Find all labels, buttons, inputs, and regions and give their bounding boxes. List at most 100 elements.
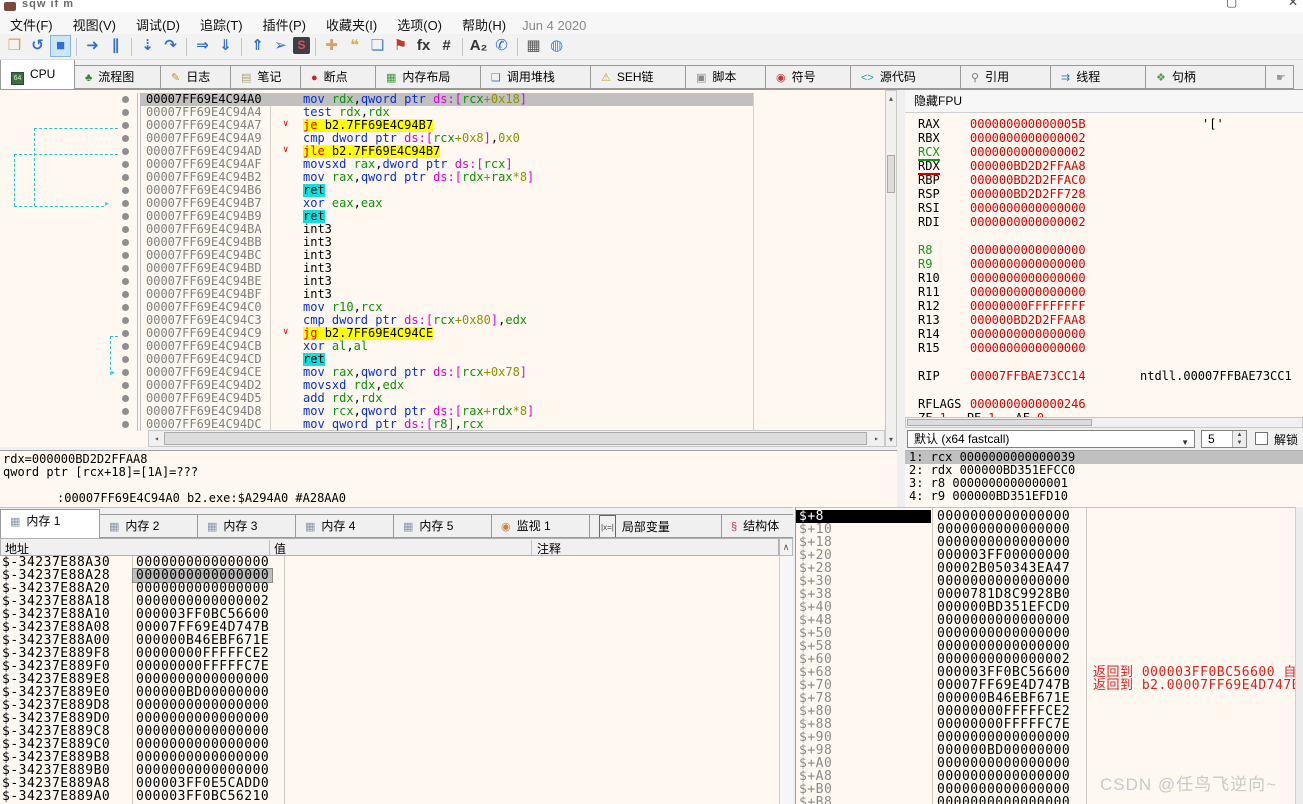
tab-breakpoints[interactable]: ●断点 (301, 65, 376, 89)
memory-row[interactable]: $-34237E889F000000000FFFFFC7E (0, 660, 779, 673)
breakpoint-dot[interactable] (122, 330, 129, 337)
disasm-row[interactable]: 00007FF69E4C94BBint3 (0, 236, 885, 249)
memory-row[interactable]: $-34237E889F800000000FFFFFCE2 (0, 647, 779, 660)
step-into-button[interactable]: ⇣ (137, 35, 158, 57)
register-row[interactable]: RSP000000BD2D2FF728 (905, 188, 1303, 202)
tab-call-stack[interactable]: ❏调用堆栈 (481, 65, 591, 89)
tab-references[interactable]: ⚲引用 (961, 65, 1051, 89)
menu-item[interactable]: 文件(F) (0, 12, 63, 34)
disasm-row[interactable]: 00007FF69E4C94A0mov rdx,qword ptr ds:[rc… (0, 93, 885, 106)
labels-button[interactable]: ❏ (367, 35, 388, 57)
register-row[interactable]: RBX0000000000000002 (905, 132, 1303, 146)
register-row[interactable]: RSI0000000000000000 (905, 202, 1303, 216)
register-row[interactable]: RDI0000000000000002 (905, 216, 1303, 230)
column-separator[interactable] (269, 540, 270, 555)
scroll-up-icon[interactable]: ∧ (779, 538, 793, 556)
tab-log[interactable]: ✎日志 (161, 65, 231, 89)
breakpoint-dot[interactable] (122, 187, 129, 194)
tab-script[interactable]: ▣脚本 (686, 65, 766, 89)
breakpoint-dot[interactable] (122, 265, 129, 272)
breakpoint-dot[interactable] (122, 278, 129, 285)
breakpoint-dot[interactable] (122, 343, 129, 350)
register-row[interactable]: R90000000000000000 (905, 258, 1303, 272)
breakpoint-dot[interactable] (122, 291, 129, 298)
memory-row[interactable]: $-34237E88A280000000000000000 (0, 569, 779, 582)
vertical-splitter[interactable] (897, 90, 905, 507)
change-font-button[interactable]: A₂ (468, 35, 489, 57)
register-row[interactable]: RIP00007FFBAE73CC14ntdll.00007FFBAE73CC1 (905, 370, 1303, 384)
memory-row[interactable]: $-34237E88A300000000000000000 (0, 556, 779, 569)
disasm-row[interactable]: 00007FF69E4C94C3cmp dword ptr ds:[rcx+0x… (0, 314, 885, 327)
disasm-row[interactable]: 00007FF69E4C94BFint3 (0, 288, 885, 301)
tab-threads[interactable]: ⇉线程 (1051, 65, 1146, 89)
breakpoint-dot[interactable] (122, 395, 129, 402)
tab-watch-1[interactable]: ◉监视 1 (492, 514, 590, 538)
tab-seh[interactable]: ⚠SEH链 (591, 65, 686, 89)
column-header-comment[interactable]: 注释 (537, 540, 561, 557)
tab-dump-3[interactable]: ▦内存 3 (198, 514, 296, 538)
breakpoint-dot[interactable] (122, 369, 129, 376)
memory-row[interactable]: $-34237E88A10000003FF0BC56600 (0, 608, 779, 621)
breakpoint-dot[interactable] (122, 239, 129, 246)
register-row[interactable]: R100000000000000000 (905, 272, 1303, 286)
scroll-left-icon[interactable]: ◂ (150, 432, 163, 445)
register-row[interactable]: RCX0000000000000002 (905, 146, 1303, 160)
disasm-row[interactable]: 00007FF69E4C94BAint3 (0, 223, 885, 236)
stack-vscrollbar[interactable] (1295, 507, 1303, 804)
memory-row[interactable]: $-34237E889C00000000000000000 (0, 738, 779, 751)
tab-symbols[interactable]: ◉符号 (766, 65, 851, 89)
tab-struct[interactable]: §结构体 (722, 514, 793, 538)
tab-locals[interactable]: |x=|局部变量 (590, 514, 722, 538)
tab-cpu[interactable]: 64CPU (0, 60, 75, 89)
breakpoint-dot[interactable] (122, 174, 129, 181)
disassembly-view[interactable]: ➤ ➤ 00007FF69E4C94A0mov rdx,qword ptr ds… (0, 90, 885, 447)
menu-item[interactable]: 追踪(T) (190, 12, 253, 34)
register-row[interactable]: R13000000BD2D2FFAA8 (905, 314, 1303, 328)
argument-row[interactable]: 4: r9 000000BD351EFD10 (905, 490, 1303, 503)
disasm-row[interactable]: 00007FF69E4C94B2mov rax,qword ptr ds:[rd… (0, 171, 885, 184)
tab-trace[interactable]: ☛ (1266, 65, 1294, 89)
breakpoint-dot[interactable] (122, 200, 129, 207)
disasm-row[interactable]: 00007FF69E4C94CBxor al,al (0, 340, 885, 353)
register-row[interactable]: R110000000000000000 (905, 286, 1303, 300)
breakpoint-dot[interactable] (122, 109, 129, 116)
tab-dump-4[interactable]: ▦内存 4 (296, 514, 394, 538)
scroll-thumb[interactable] (164, 432, 867, 445)
preferences-globe-button[interactable]: ◍ (546, 35, 567, 57)
pause-button[interactable]: ∥ (105, 35, 126, 57)
breakpoint-dot[interactable] (122, 213, 129, 220)
close-icon[interactable]: ✕ (1288, 0, 1298, 9)
disasm-row[interactable]: 00007FF69E4C94C9∨jg b2.7FF69E4C94CE (0, 327, 885, 340)
memory-row[interactable]: $-34237E889B80000000000000000 (0, 751, 779, 764)
memory-row[interactable]: $-34237E88A200000000000000000 (0, 582, 779, 595)
menu-item[interactable]: 帮助(H) (452, 12, 516, 34)
register-row[interactable]: R80000000000000000 (905, 244, 1303, 258)
step-over-button[interactable]: ↷ (160, 35, 181, 57)
register-row[interactable]: R140000000000000000 (905, 328, 1303, 342)
stack-row[interactable]: $+B80000000000000000 (796, 796, 1295, 804)
menu-item[interactable]: 调试(D) (126, 12, 190, 34)
memory-row[interactable]: $-34237E88A00000000B46EBF671E (0, 634, 779, 647)
stop-button[interactable]: ■ (50, 35, 71, 57)
disasm-row[interactable]: 00007FF69E4C94B7xor eax,eax (0, 197, 885, 210)
tab-memory-map[interactable]: ▦内存布局 (376, 65, 481, 89)
menu-item[interactable]: 视图(V) (63, 12, 126, 34)
memory-row[interactable]: $-34237E889D00000000000000000 (0, 712, 779, 725)
scroll-up-icon[interactable]: ▴ (886, 92, 896, 104)
functions-button[interactable]: fx (413, 35, 434, 57)
memory-row[interactable]: $-34237E88A180000000000000002 (0, 595, 779, 608)
memory-row[interactable]: $-34237E889A0000003FF0BC56210 (0, 790, 779, 803)
calling-convention-select[interactable]: 默认 (x64 fastcall) ▼ (907, 430, 1195, 448)
scroll-thumb[interactable] (887, 155, 895, 193)
calculator-button[interactable]: ▦ (523, 35, 544, 57)
memory-row[interactable]: $-34237E889E80000000000000000 (0, 673, 779, 686)
disasm-row[interactable]: 00007FF69E4C94BCint3 (0, 249, 885, 262)
column-separator[interactable] (531, 540, 532, 555)
stepper-down-icon[interactable]: ▼ (1232, 439, 1246, 447)
breakpoint-dot[interactable] (122, 421, 129, 428)
unlock-checkbox[interactable] (1255, 432, 1268, 445)
breakpoint-dot[interactable] (122, 135, 129, 142)
arg-count-stepper[interactable]: 5 ▲ ▼ (1201, 430, 1247, 448)
run-button[interactable]: ➜ (82, 35, 103, 57)
menu-item[interactable]: 收藏夹(I) (316, 12, 387, 34)
